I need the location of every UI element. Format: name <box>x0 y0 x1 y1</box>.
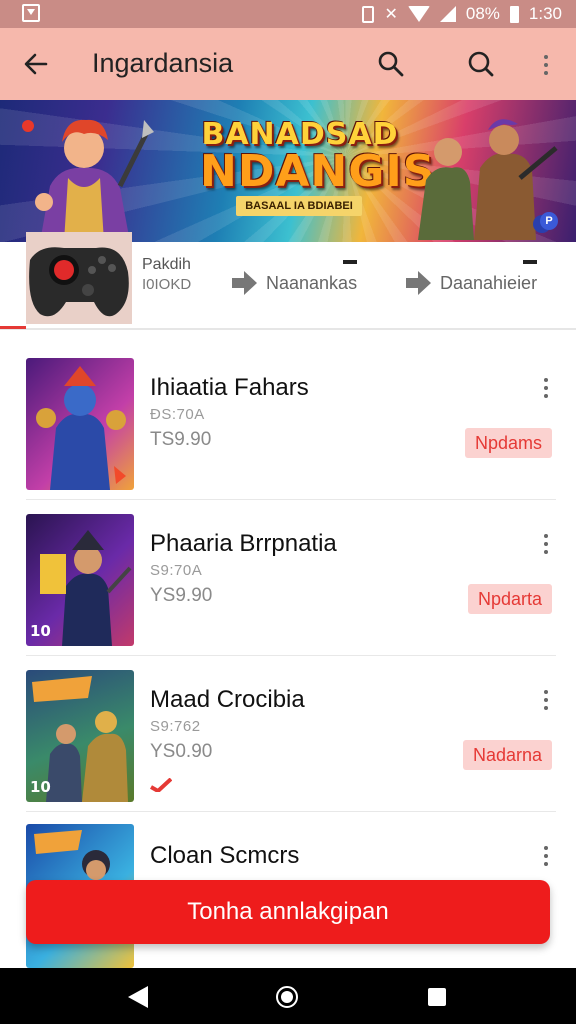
list-item[interactable]: 10 Phaaria Brrpnatia S9:70A YS9.90 Npdar… <box>0 500 576 656</box>
more-vert-icon <box>536 532 556 554</box>
no-sound-icon: ✕ <box>384 6 398 23</box>
item-meta: ĐS:70A <box>150 406 205 423</box>
gamepad-icon <box>29 247 129 317</box>
tab-marker <box>523 260 538 264</box>
nav-back-icon[interactable] <box>128 986 148 1008</box>
nav-home-icon[interactable] <box>276 986 298 1008</box>
item-more-button[interactable] <box>536 688 556 712</box>
list-item[interactable]: 10 Maad Crocibia S9:762 YS0.90 Nadarna <box>0 656 576 812</box>
item-title: Cloan Scmcrs <box>150 842 300 869</box>
system-nav-bar <box>0 968 576 1024</box>
tab-controller[interactable] <box>26 232 132 324</box>
notification-icon <box>22 4 40 22</box>
tab-marker <box>343 260 358 264</box>
primary-action-button[interactable]: Tonha annlakgipan <box>26 880 550 944</box>
list-item[interactable]: Ihiaatia Fahars ĐS:70A TS9.90 Npdams <box>0 344 576 500</box>
signal-icon <box>439 6 456 22</box>
item-title: Maad Crocibia <box>150 686 305 713</box>
tab-controller-label: Pakdih <box>142 256 191 273</box>
status-icons: ✕ 08% 1:30 <box>362 2 562 26</box>
checkmark-icon <box>150 778 172 792</box>
tab-indicator <box>0 326 26 329</box>
banner-corner-badge: P <box>540 212 558 230</box>
category-tabs: Pakdih I0IOKD Naanankas Daanahieier <box>0 232 576 330</box>
tab-nav-1[interactable]: Naanankas <box>230 260 358 296</box>
arrow-right-icon <box>232 271 257 295</box>
battery-icon <box>509 5 519 23</box>
overflow-menu-button[interactable] <box>526 44 566 84</box>
more-vert-icon <box>536 844 556 866</box>
item-more-button[interactable] <box>536 532 556 556</box>
banner-subtitle: BASAAL IA BDIABEI <box>236 196 362 216</box>
clock: 1:30 <box>528 4 562 23</box>
item-meta: S9:762 <box>150 718 201 735</box>
search-icon <box>468 51 494 77</box>
arrow-back-icon <box>24 53 48 75</box>
vibrate-icon <box>362 5 375 23</box>
item-more-button[interactable] <box>536 844 556 868</box>
game-thumbnail: 10 <box>26 670 134 802</box>
item-title: Phaaria Brrpnatia <box>150 530 337 557</box>
item-price: TS9.90 <box>150 429 212 450</box>
game-thumbnail <box>26 358 134 490</box>
item-price: YS9.90 <box>150 585 213 606</box>
status-bar: ✕ 08% 1:30 <box>0 0 576 28</box>
game-thumbnail: 10 <box>26 514 134 646</box>
tab-nav-2-label: Daanahieier <box>440 272 538 293</box>
tab-nav-1-label: Naanankas <box>266 272 358 293</box>
game-badge: 10 <box>30 622 51 640</box>
more-vert-icon <box>544 53 548 75</box>
back-button[interactable] <box>18 46 54 82</box>
game-art <box>36 366 126 490</box>
banner-title: BANADSAD NDANGIS <box>200 117 436 197</box>
more-vert-icon <box>536 688 556 710</box>
wifi-icon <box>407 6 430 22</box>
game-badge: 10 <box>30 778 51 796</box>
hero-character-left <box>22 119 154 242</box>
app-bar: Ingardansia <box>0 28 576 100</box>
promo-banner[interactable]: BANADSAD NDANGIS BASAAL IA BDIABEI P <box>0 100 576 242</box>
search-button[interactable] <box>371 44 411 84</box>
search-button-secondary[interactable] <box>461 44 501 84</box>
nav-recents-icon[interactable] <box>428 988 446 1006</box>
more-vert-icon <box>536 376 556 398</box>
page-title: Ingardansia <box>92 48 234 78</box>
status-badge: Nadarna <box>462 740 552 770</box>
status-badge: Npdams <box>464 428 552 458</box>
tab-controller-sublabel: I0IOKD <box>142 276 192 293</box>
search-icon <box>378 51 404 77</box>
item-meta: S9:70A <box>150 562 203 579</box>
status-badge: Npdarta <box>467 584 552 614</box>
battery-percent: 08% <box>465 4 500 23</box>
item-title: Ihiaatia Fahars <box>150 374 309 401</box>
item-price: YS0.90 <box>150 741 213 762</box>
tab-nav-2[interactable]: Daanahieier <box>404 260 538 296</box>
arrow-right-icon <box>406 271 431 295</box>
hero-characters-right <box>418 119 558 240</box>
item-more-button[interactable] <box>536 376 556 400</box>
